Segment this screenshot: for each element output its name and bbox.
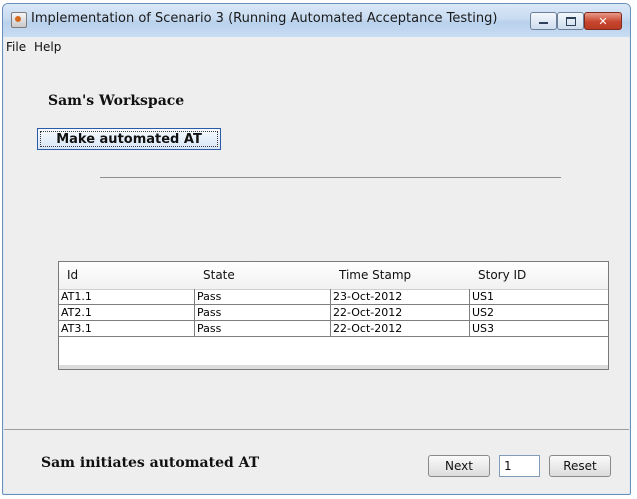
cell-story-id: US3 [472,322,495,335]
column-header-id[interactable]: Id [59,262,195,289]
window-title: Implementation of Scenario 3 (Running Au… [31,11,498,26]
minimize-button[interactable] [530,12,557,30]
footer-divider [4,429,629,430]
column-header-story-id[interactable]: Story ID [470,262,608,289]
maximize-icon [565,16,576,26]
cell-story-id: US1 [472,290,495,303]
step-number-field[interactable] [499,455,540,477]
minimize-icon [539,22,548,24]
table-row[interactable]: AT1.1 Pass 23-Oct-2012 US1 [59,289,608,305]
cell-state: Pass [195,321,331,336]
title-bar[interactable]: Implementation of Scenario 3 (Running Au… [3,4,630,37]
separator [100,177,561,178]
cell-time-stamp: 22-Oct-2012 [331,305,470,320]
table-scroll-area [59,365,608,369]
menu-bar: File Help [4,38,629,57]
table-row[interactable]: AT3.1 Pass 22-Oct-2012 US3 [59,321,608,337]
make-automated-at-button[interactable]: Make automated AT [37,128,221,150]
cell-state: Pass [195,305,331,320]
app-window: Implementation of Scenario 3 (Running Au… [2,3,631,495]
cell-time-stamp: 22-Oct-2012 [331,321,470,336]
menu-file[interactable]: File [6,40,26,54]
java-app-icon [11,12,27,28]
column-header-state[interactable]: State [195,262,331,289]
cell-state: Pass [195,289,331,304]
cell-id: AT1.1 [59,289,195,304]
main-panel: Sam's Workspace Make automated AT Id Sta… [4,57,629,493]
table-header: Id State Time Stamp Story ID [59,262,608,290]
cell-id: AT2.1 [59,305,195,320]
cell-time-stamp: 23-Oct-2012 [331,289,470,304]
column-header-time-stamp[interactable]: Time Stamp [331,262,470,289]
next-button[interactable]: Next [428,455,490,477]
cell-story-id: US2 [472,306,495,319]
close-button[interactable]: ✕ [584,12,622,30]
acceptance-tests-table[interactable]: Id State Time Stamp Story ID AT1.1 Pass … [58,261,609,370]
table-body: AT1.1 Pass 23-Oct-2012 US1 AT2.1 Pass 22… [59,289,608,337]
menu-help[interactable]: Help [34,40,61,54]
cell-id: AT3.1 [59,321,195,336]
table-row[interactable]: AT2.1 Pass 22-Oct-2012 US2 [59,305,608,321]
status-text: Sam initiates automated AT [41,455,260,471]
close-icon: ✕ [598,14,608,28]
reset-button[interactable]: Reset [549,455,611,477]
maximize-button[interactable] [557,12,584,30]
workspace-title: Sam's Workspace [48,93,185,109]
